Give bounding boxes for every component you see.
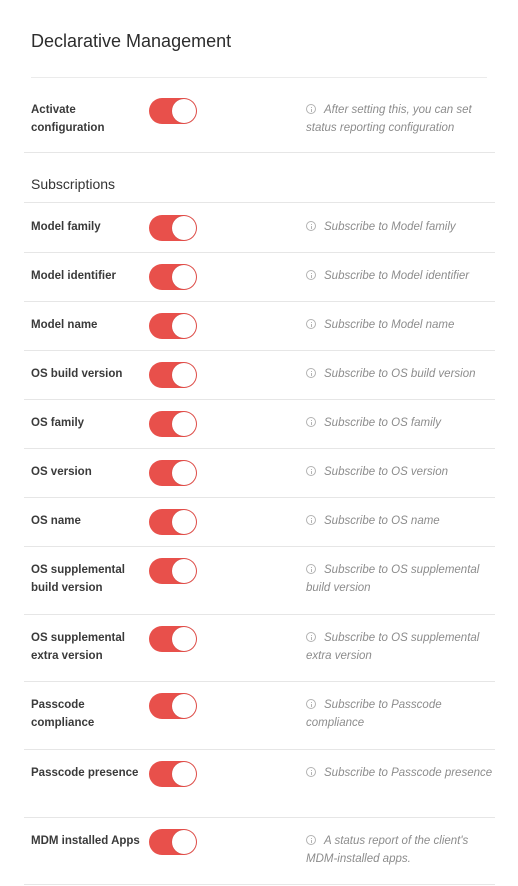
activate-configuration-label: Activate configuration [31,104,105,134]
subscription-label: Passcode compliance [31,699,95,729]
subscription-hint: Subscribe to OS family [306,414,496,432]
toggle-knob [172,412,196,436]
toggle-knob [172,461,196,485]
page-title: Declarative Management [31,31,232,51]
subscription-row: Model identifier Subscribe to Model ident… [24,252,495,302]
subscription-label: Model family [31,221,101,233]
activate-configuration-row: Activate configuration After setting thi… [24,78,495,153]
subscription-label: OS build version [31,368,123,380]
hint-text: Subscribe to OS name [324,515,440,527]
subscription-row: Model family Subscribe to Model family [24,203,495,253]
toggle-knob [172,99,196,123]
info-icon [306,417,316,427]
subscription-hint: Subscribe to Model family [306,218,496,236]
subscription-toggle[interactable] [149,626,197,652]
toggle-knob [172,216,196,240]
subscription-row: OS supplemental extra version Subscribe t… [24,614,495,682]
hint-text: Subscribe to OS build version [324,368,476,380]
subscription-row: Model name Subscribe to Model name [24,301,495,351]
hint-text: Subscribe to Passcode presence [324,767,493,779]
subscription-toggle[interactable] [149,313,197,339]
subscription-hint: Subscribe to OS supplemental extra versi… [306,629,496,665]
toggle-knob [172,830,196,854]
toggle-knob [172,762,196,786]
subscription-label: OS family [31,417,85,429]
subscription-row: MDM installed Apps A status report of the… [24,817,495,885]
subscription-hint: Subscribe to Model identifier [306,267,496,285]
info-icon [306,368,316,378]
subscription-toggle[interactable] [149,460,197,486]
subscription-label: OS supplemental build version [31,564,125,594]
subscription-hint: Subscribe to OS build version [306,365,496,383]
subscription-hint: A status report of the client's MDM-inst… [306,832,496,868]
toggle-knob [172,510,196,534]
subscription-toggle[interactable] [149,693,197,719]
subscription-hint: Subscribe to OS supplemental build versi… [306,561,496,597]
subscription-toggle[interactable] [149,829,197,855]
subscription-toggle[interactable] [149,362,197,388]
hint-text: Subscribe to Model name [324,319,455,331]
info-icon [306,104,316,114]
hint-text: Subscribe to OS version [324,466,449,478]
info-icon [306,515,316,525]
toggle-knob [172,694,196,718]
info-icon [306,466,316,476]
activate-configuration-hint: After setting this, you can set status r… [306,101,496,137]
subscription-row: Passcode compliance Subscribe to Passcode… [24,681,495,750]
subscription-label: OS supplemental extra version [31,632,125,662]
info-icon [306,835,316,845]
hint-text: Subscribe to OS family [324,417,441,429]
subscription-hint: Subscribe to Model name [306,316,496,334]
subscription-label: OS version [31,466,92,478]
toggle-knob [172,265,196,289]
subscription-hint: Subscribe to Passcode presence [306,764,496,782]
subscription-label: Passcode presence [31,767,139,779]
subscription-row: OS build version Subscribe to OS build ve… [24,350,495,400]
hint-text: Subscribe to OS supplemental build versi… [306,564,480,594]
toggle-knob [172,363,196,387]
hint-text: Subscribe to OS supplemental extra versi… [306,632,480,662]
subscriptions-heading-row [24,153,495,203]
subscription-label: MDM installed Apps [31,835,140,847]
subscription-hint: Subscribe to OS name [306,512,496,530]
info-icon [306,564,316,574]
info-icon [306,319,316,329]
info-icon [306,270,316,280]
info-icon [306,699,316,709]
subscription-toggle[interactable] [149,509,197,535]
subscription-toggle[interactable] [149,761,197,787]
toggle-knob [172,627,196,651]
subscription-row: OS name Subscribe to OS name [24,497,495,547]
info-icon [306,221,316,231]
subscription-label: OS name [31,515,81,527]
subscription-hint: Subscribe to Passcode compliance [306,696,496,732]
info-icon [306,632,316,642]
hint-text: Subscribe to Passcode compliance [306,699,442,729]
subscription-row: Passcode presence Subscribe to Passcode p… [24,749,495,818]
subscription-toggle[interactable] [149,411,197,437]
info-icon [306,767,316,777]
toggle-knob [172,314,196,338]
activate-configuration-toggle[interactable] [149,98,197,124]
subscription-toggle[interactable] [149,264,197,290]
hint-text: After setting this, you can set status r… [306,104,472,134]
toggle-knob [172,559,196,583]
subscription-hint: Subscribe to OS version [306,463,496,481]
hint-text: Subscribe to Model identifier [324,270,470,282]
subscription-toggle[interactable] [149,215,197,241]
subscription-label: Model name [31,319,98,331]
subscription-row: OS family Subscribe to OS family [24,399,495,449]
subscription-toggle[interactable] [149,558,197,584]
hint-text: A status report of the client's MDM-inst… [306,835,469,865]
subscription-row: OS version Subscribe to OS version [24,448,495,498]
subscription-label: Model identifier [31,270,116,282]
subscription-row: OS supplemental build version Subscribe t… [24,546,495,615]
hint-text: Subscribe to Model family [324,221,456,233]
